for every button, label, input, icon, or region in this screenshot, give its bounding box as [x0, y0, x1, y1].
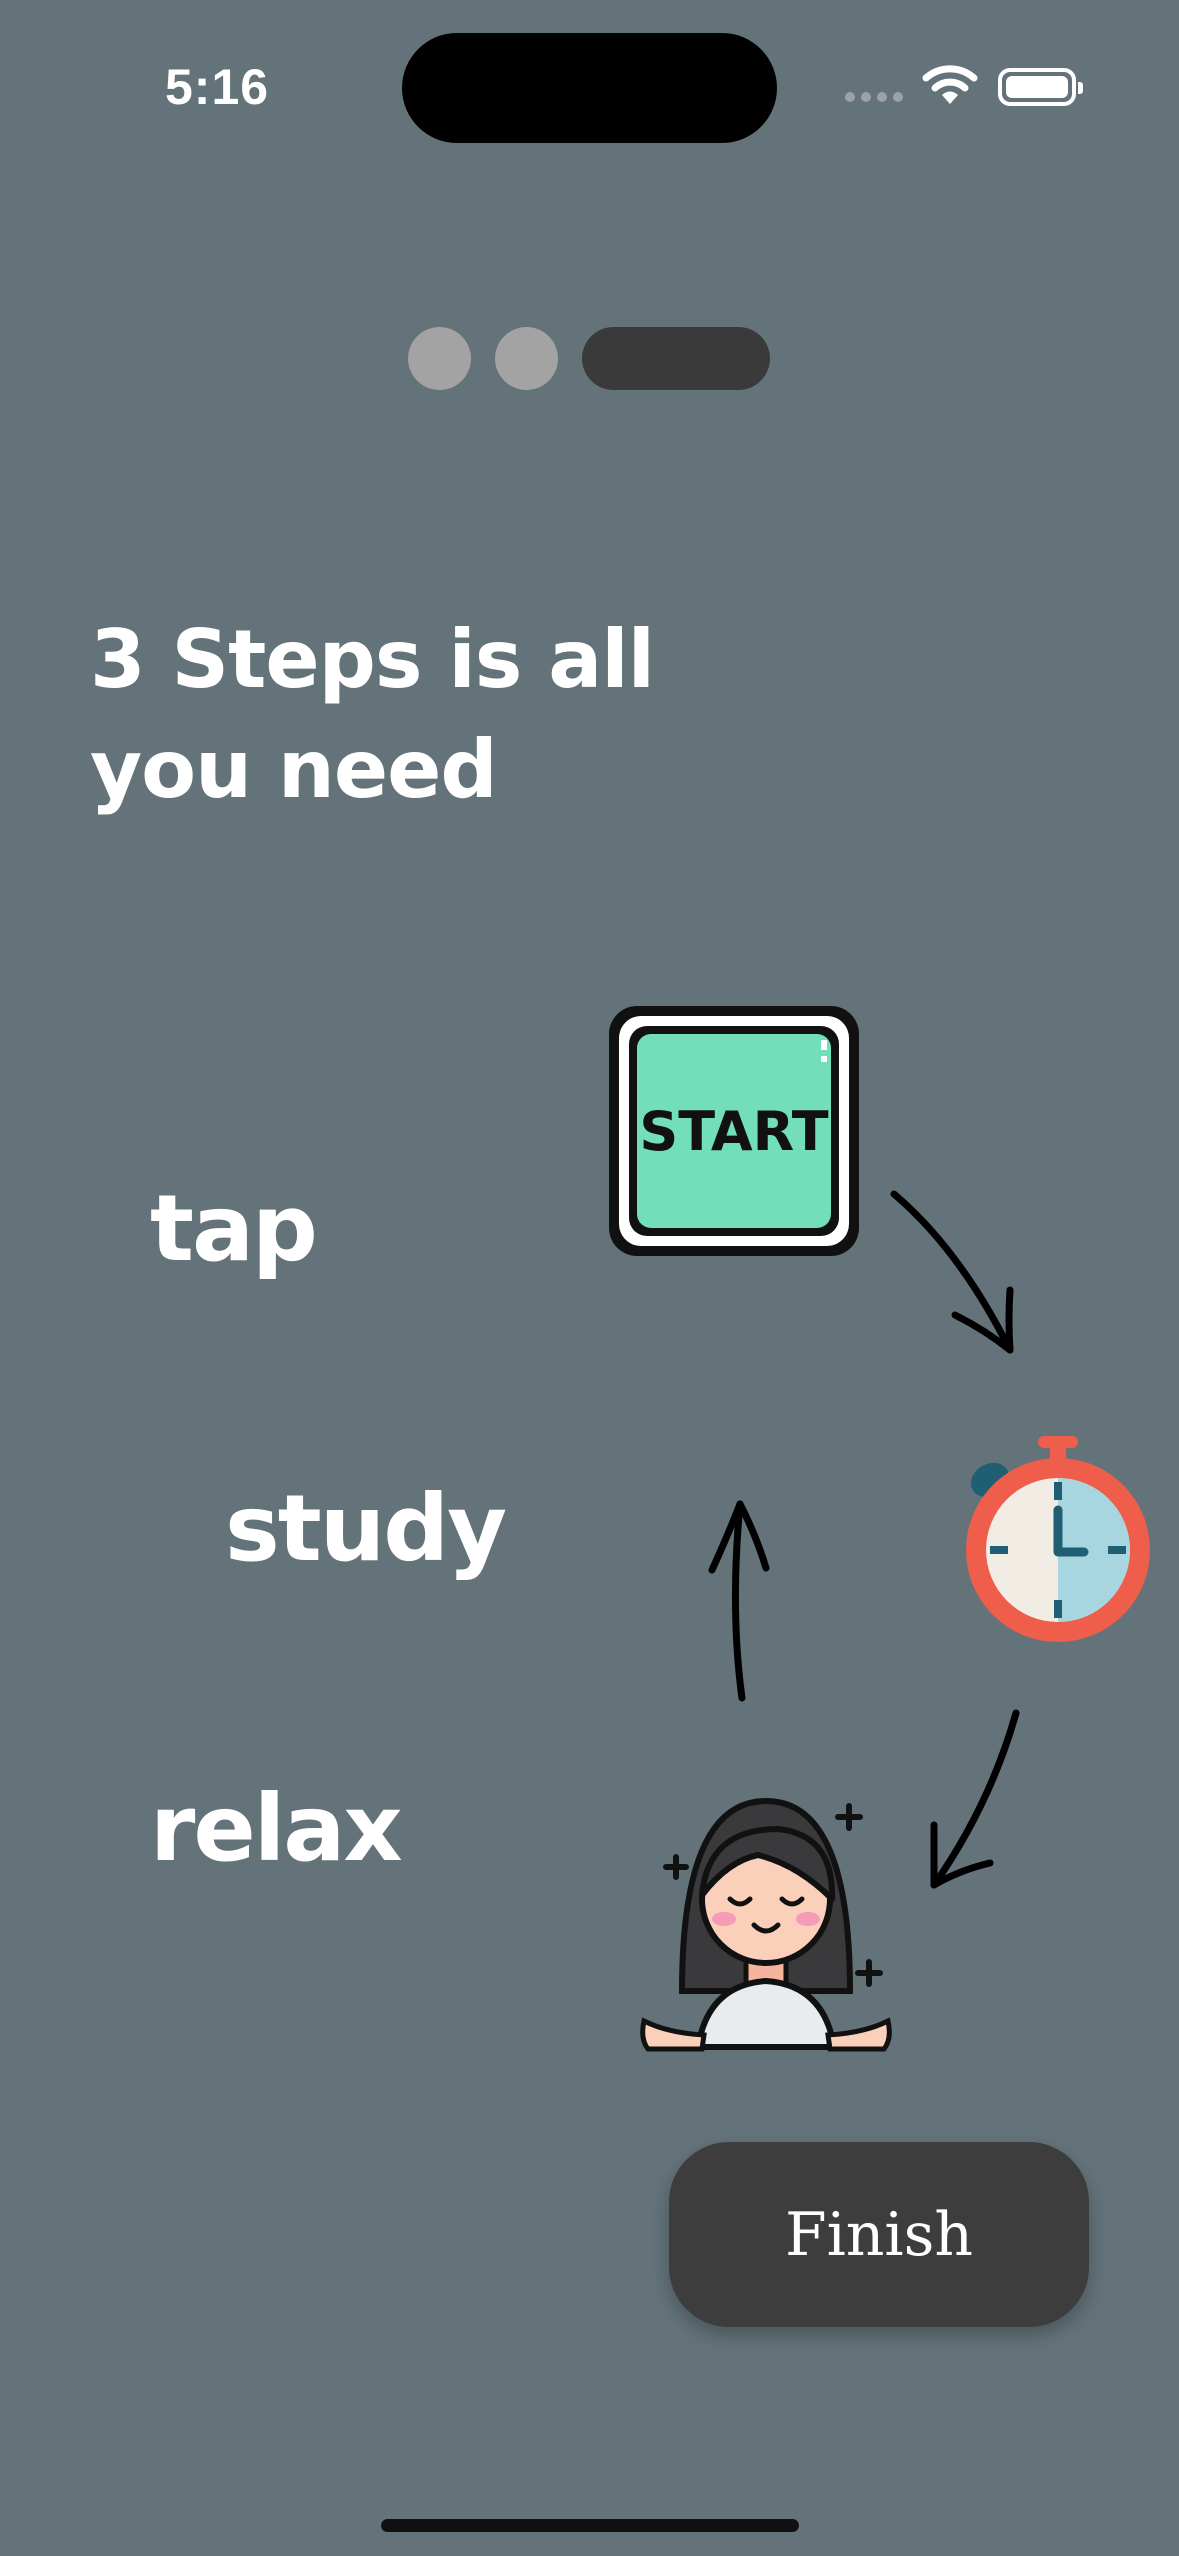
dynamic-island: [402, 33, 777, 143]
battery-icon: [998, 68, 1083, 106]
page-dot-3-active[interactable]: [582, 327, 770, 390]
meditating-person-icon: [640, 1797, 892, 2052]
home-indicator[interactable]: [381, 2519, 799, 2532]
page-dot-1[interactable]: [408, 327, 471, 390]
status-time: 5:16: [165, 59, 270, 115]
step-label-study: study: [225, 1475, 507, 1582]
step-label-tap: tap: [150, 1175, 318, 1282]
arrow-down-right-icon: [890, 1190, 1014, 1354]
page-title: 3 Steps is all you need: [90, 613, 655, 816]
arrow-down-left-icon: [930, 1709, 1020, 1889]
start-icon-text: START: [639, 1100, 828, 1163]
wifi-icon: [922, 65, 978, 104]
step-label-relax: relax: [150, 1775, 403, 1882]
cellular-signal-icon: [845, 92, 903, 102]
arrow-up-icon: [708, 1500, 770, 1702]
stopwatch-icon: [966, 1436, 1150, 1642]
start-button-icon: START: [609, 1006, 859, 1256]
page-dot-2[interactable]: [495, 327, 558, 390]
finish-button[interactable]: Finish: [669, 2142, 1089, 2327]
